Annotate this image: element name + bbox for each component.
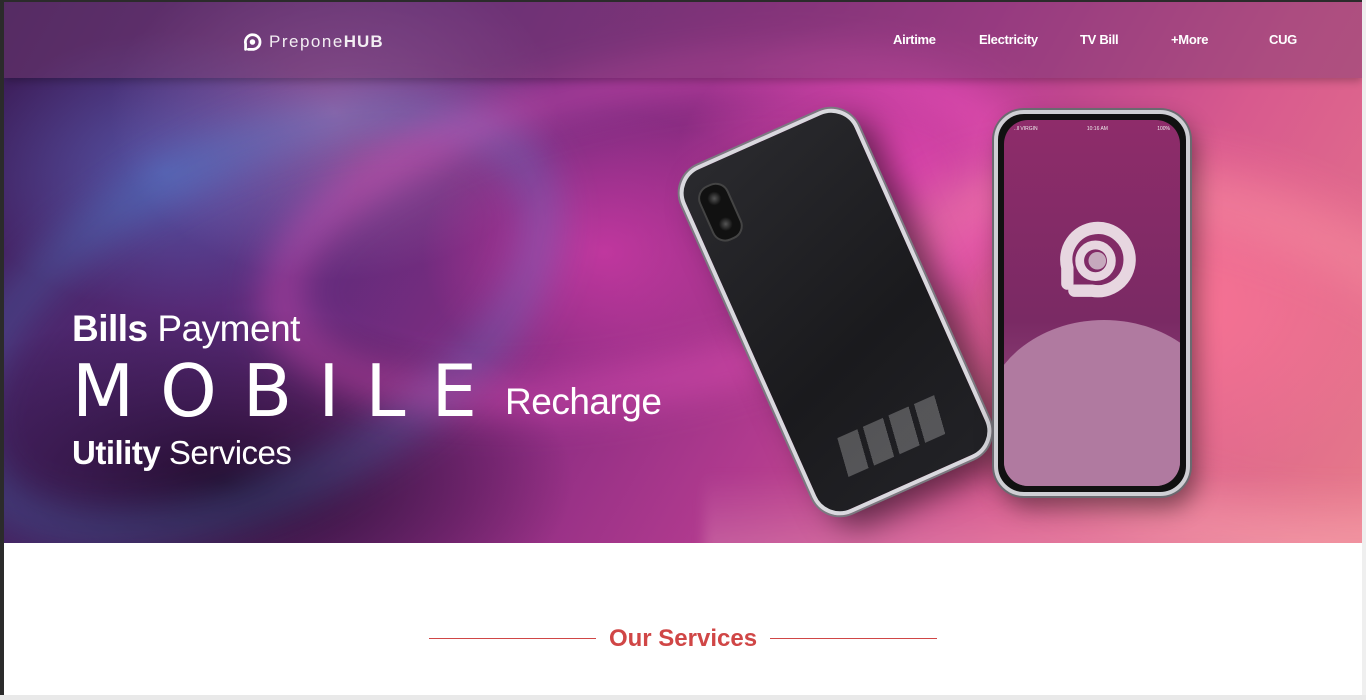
top-navbar: PreponeHUB Airtime Electricity TV Bill +… [4, 2, 1362, 78]
nav-more[interactable]: +More [1171, 32, 1208, 47]
nav-airtime[interactable]: Airtime [893, 32, 936, 47]
nav-electricity[interactable]: Electricity [979, 32, 1038, 47]
hero-line-utility-services: Utility Services [72, 434, 292, 471]
brand-name: PreponeHUB [269, 32, 384, 51]
app-logo-icon [1060, 221, 1136, 298]
nav-cug[interactable]: CUG [1269, 32, 1297, 47]
nav-tv-bill[interactable]: TV Bill [1080, 32, 1119, 47]
camera-icon [693, 178, 748, 247]
phone-battery-text: 100% [1157, 126, 1170, 132]
hero-line-bills-payment: Bills Payment [72, 308, 300, 349]
section-title-our-services: Our Services [608, 625, 758, 652]
phone-status-bar: ..ll VIRGIN 10:16 AM 100% [1014, 126, 1170, 132]
hero-mobile-word: MOBILE [72, 349, 504, 433]
preponehub-logo-icon [243, 33, 262, 51]
brand-logo[interactable]: PreponeHUB [241, 29, 384, 55]
phone-front-image: ..ll VIRGIN 10:16 AM 100% [994, 110, 1190, 496]
phone-time-text: 10:16 AM [1086, 126, 1108, 132]
hero-recharge-word: Recharge [505, 381, 662, 422]
phone-carrier-text: ..ll VIRGIN [1014, 126, 1038, 132]
hero-line-mobile-recharge: MOBILE Recharge [72, 349, 662, 433]
